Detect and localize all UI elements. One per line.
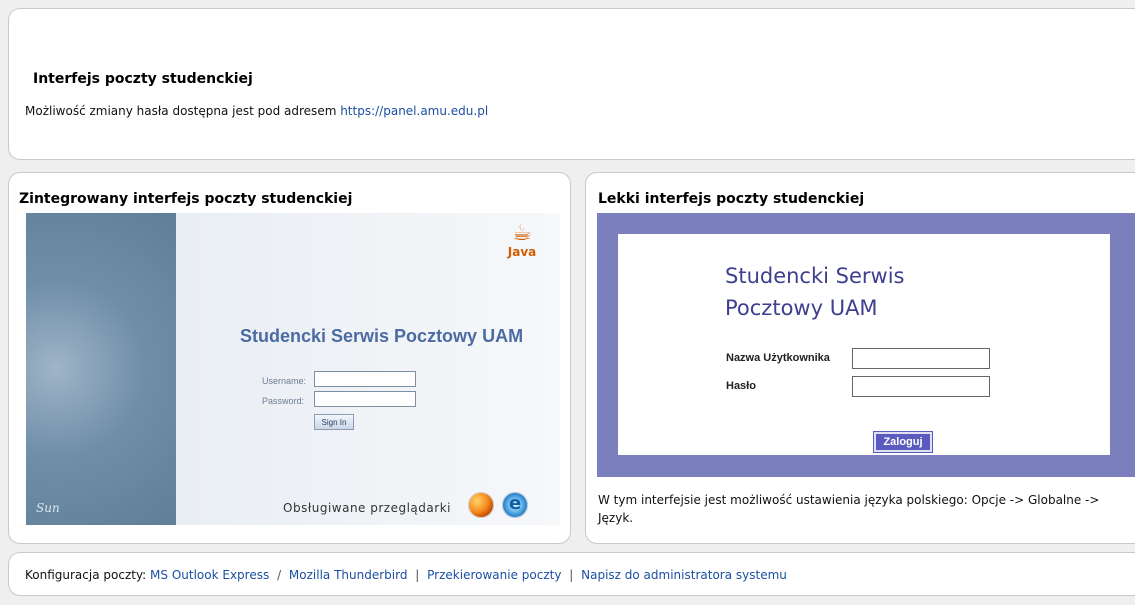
- login-button[interactable]: Zaloguj: [874, 432, 932, 452]
- sun-logo-text: Sun: [36, 501, 60, 515]
- footer-separator-2: |: [415, 568, 424, 582]
- java-heading: Studencki Serwis Pocztowy UAM: [240, 326, 524, 346]
- sun-logo-icon: Sun: [36, 501, 60, 515]
- light-interface-title: Lekki interfejs poczty studenckiej: [598, 191, 865, 207]
- light-login-frame: Studencki Serwis Pocztowy UAM Nazwa Użyt…: [597, 213, 1135, 477]
- java-login-image: ☕ Java Studencki Serwis Pocztowy UAM Use…: [26, 213, 560, 525]
- footer-separator-3: |: [569, 568, 578, 582]
- footer-separator-1: /: [277, 568, 285, 582]
- footer-config: Konfiguracja poczty: MS Outlook Express …: [25, 568, 787, 582]
- integrated-interface-title: Zintegrowany interfejs poczty studenckie…: [19, 191, 353, 207]
- outlook-link[interactable]: MS Outlook Express: [150, 568, 269, 582]
- light-heading-line2: Pocztowy UAM: [725, 296, 878, 320]
- java-icon: ☕ Java: [502, 221, 542, 260]
- coffee-cup-icon: ☕: [512, 221, 532, 246]
- supported-browsers-text: Obsługiwane przeglądarki: [283, 501, 451, 515]
- java-username-label: Username:: [262, 376, 307, 386]
- light-username-input[interactable]: [852, 348, 990, 369]
- light-password-input[interactable]: [852, 376, 990, 397]
- java-username-input[interactable]: [314, 371, 416, 387]
- java-sign-in-button[interactable]: Sign In: [314, 414, 354, 430]
- integrated-interface-panel: Zintegrowany interfejs poczty studenckie…: [8, 172, 571, 544]
- light-heading: Studencki Serwis Pocztowy UAM: [725, 260, 985, 324]
- footer-prefix: Konfiguracja poczty:: [25, 568, 151, 582]
- java-background: [176, 213, 560, 525]
- light-username-label: Nazwa Użytkownika: [726, 352, 830, 364]
- forwarding-link[interactable]: Przekierowanie poczty: [427, 568, 561, 582]
- password-change-message: Możliwość zmiany hasła dostępna jest pod…: [25, 104, 488, 118]
- internet-explorer-icon: [502, 492, 528, 518]
- top-panel: Interfejs poczty studenckiej Możliwość z…: [8, 8, 1135, 160]
- light-heading-line1: Studencki Serwis: [725, 264, 905, 288]
- java-wave-decoration: [26, 213, 184, 525]
- panel-link[interactable]: https://panel.amu.edu.pl: [340, 104, 488, 118]
- language-note: W tym interfejsie jest możliwość ustawie…: [598, 493, 1100, 525]
- java-password-label: Password:: [262, 396, 305, 406]
- admin-contact-link[interactable]: Napisz do administratora systemu: [581, 568, 787, 582]
- java-password-input[interactable]: [314, 391, 416, 407]
- top-title: Interfejs poczty studenckiej: [33, 71, 253, 87]
- thunderbird-link[interactable]: Mozilla Thunderbird: [289, 568, 408, 582]
- java-logo-text: Java: [507, 245, 537, 259]
- light-password-label: Hasło: [726, 380, 756, 392]
- light-login-form: Studencki Serwis Pocztowy UAM Nazwa Użyt…: [618, 234, 1110, 455]
- footer-panel: Konfiguracja poczty: MS Outlook Express …: [8, 552, 1135, 596]
- password-change-text: Możliwość zmiany hasła dostępna jest pod…: [25, 104, 341, 118]
- firefox-icon: [468, 492, 494, 518]
